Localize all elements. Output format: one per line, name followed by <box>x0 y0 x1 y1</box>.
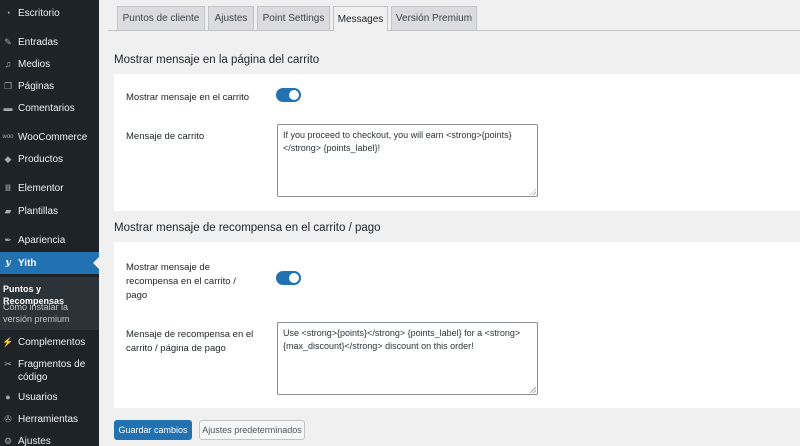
cart-message-textarea-value: If you proceed to checkout, you will ear… <box>283 130 512 153</box>
sidebar-item-label: Páginas <box>18 81 55 92</box>
sidebar-item-complementos[interactable]: ⚡ Complementos <box>0 336 99 349</box>
sidebar-item-label: Plantillas <box>18 206 59 217</box>
sidebar-item-productos[interactable]: ◆ Productos <box>0 153 99 166</box>
sidebar-submenu: Puntos y Recompensas Cómo instalar la ve… <box>0 277 99 330</box>
active-indicator <box>93 257 99 269</box>
cart-message-toggle-label: Mostrar mensaje en el carrito <box>126 92 250 103</box>
resize-handle[interactable] <box>530 387 536 393</box>
tab-point-settings[interactable]: Point Settings <box>257 6 330 30</box>
tools-icon: ✇ <box>4 414 12 424</box>
code-snippets-icon: ✂ <box>4 359 12 369</box>
sidebar-item-label: Complementos <box>18 337 86 348</box>
plugins-icon: ⚡ <box>2 337 14 347</box>
tab-puntos-de-cliente[interactable]: Puntos de cliente <box>117 6 205 30</box>
sidebar-item-label: Yith <box>18 257 37 269</box>
sidebar-item-elementor[interactable]: Ⅲ Elementor <box>0 182 99 195</box>
reward-message-textarea-value: Use <strong>{points}</strong> {points_la… <box>283 328 521 351</box>
sidebar-item-ajustes[interactable]: ⚙ Ajustes <box>0 435 99 446</box>
toggle-knob <box>289 273 299 283</box>
sidebar-item-usuarios[interactable]: ● Usuarios <box>0 391 99 404</box>
sidebar-item-escritorio[interactable]: ◔ Escritorio <box>0 7 99 20</box>
reset-defaults-button[interactable]: Ajustes predeterminados <box>199 420 305 440</box>
pushpin-icon: ✎ <box>4 37 12 47</box>
sidebar-item-plantillas[interactable]: ▰ Plantillas <box>0 205 99 218</box>
elementor-icon: Ⅲ <box>4 183 12 193</box>
tab-version-premium[interactable]: Versión Premium <box>391 6 477 30</box>
sidebar-item-comentarios[interactable]: ▬ Comentarios <box>0 102 99 115</box>
reward-message-textarea[interactable]: Use <strong>{points}</strong> {points_la… <box>277 322 538 395</box>
submenu-item-instalar-premium[interactable]: Cómo instalar la versión premium <box>3 301 83 325</box>
media-icon: ♫ <box>4 59 12 69</box>
admin-sidebar: ◔ Escritorio ✎ Entradas ♫ Medios ❐ Págin… <box>0 0 99 446</box>
sidebar-item-label: Herramientas <box>18 414 79 425</box>
dashboard-icon: ◔ <box>5 8 11 18</box>
sidebar-item-woocommerce[interactable]: woo WooCommerce <box>0 131 99 144</box>
reward-message-toggle-label: Mostrar mensaje de recompensa en el carr… <box>126 262 236 301</box>
tab-ajustes[interactable]: Ajustes <box>208 6 254 30</box>
sidebar-item-label: Productos <box>18 154 64 165</box>
templates-icon: ▰ <box>4 206 12 216</box>
sidebar-item-paginas[interactable]: ❐ Páginas <box>0 80 99 93</box>
section-title-reward-message: Mostrar mensaje de recompensa en el carr… <box>114 222 381 234</box>
sidebar-item-entradas[interactable]: ✎ Entradas <box>0 36 99 49</box>
sidebar-item-label: WooCommerce <box>18 132 88 143</box>
sidebar-item-medios[interactable]: ♫ Medios <box>0 58 99 71</box>
pages-icon: ❐ <box>3 81 13 91</box>
toggle-knob <box>289 90 299 100</box>
sidebar-item-herramientas[interactable]: ✇ Herramientas <box>0 413 99 426</box>
reward-message-textarea-label: Mensaje de recompensa en el carrito / pá… <box>126 329 254 354</box>
cart-message-textarea[interactable]: If you proceed to checkout, you will ear… <box>277 124 538 197</box>
sidebar-item-label: Ajustes <box>18 436 51 446</box>
appearance-icon: ✒ <box>4 235 12 245</box>
cart-message-textarea-label: Mensaje de carrito <box>126 131 205 142</box>
sidebar-item-fragmentos[interactable]: ✂ Fragmentos de código <box>0 358 99 384</box>
sidebar-item-label: Comentarios <box>18 103 75 114</box>
sidebar-item-label: Fragmentos de código <box>18 359 86 383</box>
comments-icon: ▬ <box>3 103 13 113</box>
products-icon: ◆ <box>4 154 12 164</box>
tab-divider <box>108 30 800 31</box>
sidebar-item-label: Medios <box>18 59 51 70</box>
users-icon: ● <box>5 392 11 402</box>
cart-message-toggle[interactable] <box>276 88 301 102</box>
sidebar-item-apariencia[interactable]: ✒ Apariencia <box>0 234 99 247</box>
woocommerce-icon: woo <box>2 134 14 140</box>
reward-message-toggle[interactable] <box>276 271 301 285</box>
section-title-cart-message: Mostrar mensaje en la página del carrito <box>114 54 320 66</box>
resize-handle[interactable] <box>530 189 536 195</box>
yith-icon: y <box>5 258 11 268</box>
save-changes-button[interactable]: Guardar cambios <box>114 420 192 440</box>
sidebar-item-label: Elementor <box>18 183 64 194</box>
sidebar-item-label: Apariencia <box>18 235 66 246</box>
sidebar-item-label: Escritorio <box>18 8 60 19</box>
tab-messages[interactable]: Messages <box>333 6 388 31</box>
sidebar-item-yith[interactable]: y Yith <box>0 252 99 274</box>
settings-icon: ⚙ <box>3 436 13 446</box>
sidebar-item-label: Entradas <box>18 37 59 48</box>
sidebar-item-label: Usuarios <box>18 392 58 403</box>
